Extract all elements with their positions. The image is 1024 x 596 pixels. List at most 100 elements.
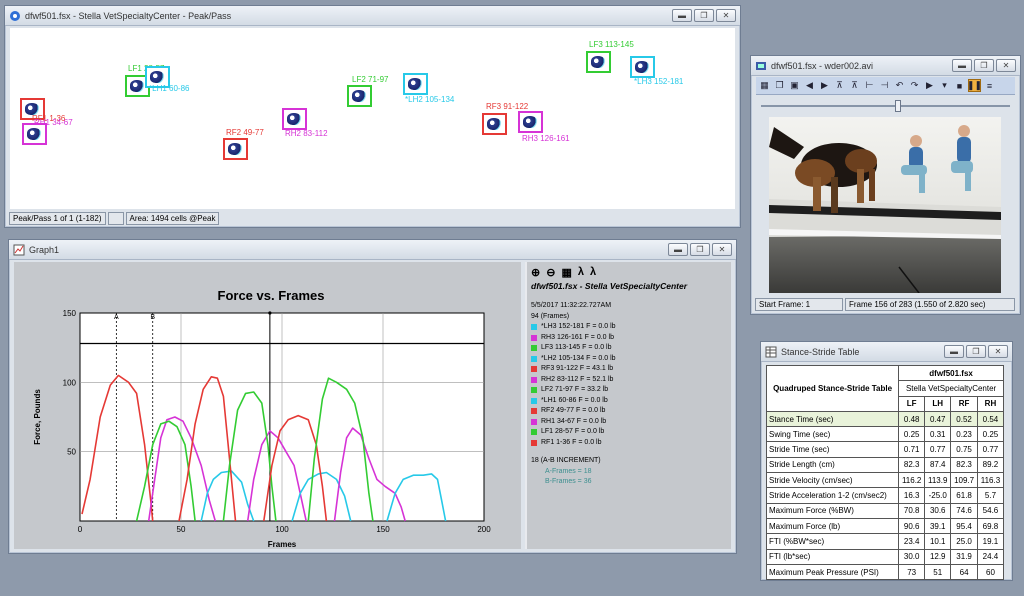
column-header: RH bbox=[976, 395, 1005, 412]
footprint-box[interactable] bbox=[586, 51, 611, 73]
table-cell: 12.9 bbox=[924, 548, 952, 565]
pause-icon[interactable]: ❚❚ bbox=[967, 79, 982, 92]
paste-icon[interactable]: ▣ bbox=[788, 79, 801, 92]
minimize-button[interactable]: ▬ bbox=[668, 243, 688, 256]
row-label: Maximum Force (lb) bbox=[765, 517, 900, 535]
row-label: Stance Time (sec) bbox=[765, 410, 900, 428]
table-cell: 0.52 bbox=[950, 410, 978, 428]
table-cell: 23.4 bbox=[898, 533, 926, 550]
footprint-label: RF2 49-77 bbox=[226, 128, 264, 137]
maximize-button[interactable]: ❐ bbox=[694, 9, 714, 22]
close-button[interactable]: ✕ bbox=[712, 243, 732, 256]
legend-timestamp: 5/5/2017 11:32:22.727AM bbox=[531, 302, 612, 309]
row-label: Swing Time (sec) bbox=[765, 426, 900, 443]
footprint-box[interactable] bbox=[518, 111, 543, 133]
legend-item: *LH2 105-134 F = 0.0 lb bbox=[531, 354, 727, 365]
settings-icon[interactable]: ≡ bbox=[983, 79, 996, 92]
table-row: Stance Time (sec) 0.48 0.47 0.52 0.54 bbox=[765, 410, 1005, 428]
table-cell: 0.25 bbox=[898, 426, 926, 443]
table-cell: 0.71 bbox=[898, 441, 926, 458]
table-cell: 19.1 bbox=[976, 533, 1005, 550]
legend-swatch bbox=[531, 429, 537, 436]
maximize-button[interactable]: ❐ bbox=[966, 345, 986, 358]
legend-item: LF2 71-97 F = 33.2 lb bbox=[531, 385, 727, 396]
mark-a-icon[interactable]: ⊼ bbox=[833, 79, 846, 92]
window-title: dfwf501.fsx - wder002.avi bbox=[771, 60, 874, 71]
footprint-box[interactable] bbox=[347, 85, 372, 107]
dropdown-icon[interactable]: ▾ bbox=[938, 79, 951, 92]
undo-icon[interactable]: ↶ bbox=[893, 79, 906, 92]
force-chart[interactable]: Force vs. Frames 0 50 100 150 200 50 100 150 Fram… bbox=[14, 262, 521, 551]
cursor-a-label: A bbox=[114, 314, 119, 321]
footprint-box[interactable] bbox=[482, 113, 507, 135]
table-titlebar[interactable]: Stance-Stride Table ▬ ❐ ✕ bbox=[761, 342, 1012, 362]
legend-swatch bbox=[531, 324, 537, 331]
row-label: Stride Time (sec) bbox=[765, 441, 900, 458]
video-frame[interactable] bbox=[769, 117, 1001, 293]
graph-titlebar[interactable]: Graph1 ▬ ❐ ✕ bbox=[9, 240, 736, 260]
table-cell: 0.54 bbox=[976, 410, 1005, 428]
table-cell: 87.4 bbox=[924, 456, 952, 474]
save-icon[interactable]: ▦ bbox=[758, 79, 771, 92]
legend-item-label: LF3 113-145 F = 0.0 lb bbox=[541, 344, 612, 351]
close-button[interactable]: ✕ bbox=[988, 345, 1008, 358]
save-icon[interactable]: ▦ bbox=[561, 266, 571, 279]
footprint-box[interactable] bbox=[282, 108, 307, 130]
table-cell: 70.8 bbox=[898, 502, 926, 519]
maximize-button[interactable]: ❐ bbox=[974, 59, 994, 72]
close-button[interactable]: ✕ bbox=[996, 59, 1016, 72]
table-row: FTI (%BW*sec) 23.4 10.1 25.0 19.1 bbox=[765, 533, 1005, 550]
row-label: Maximum Force (%BW) bbox=[765, 502, 900, 519]
maximize-button[interactable]: ❐ bbox=[690, 243, 710, 256]
legend-title: dfwf501.fsx - Stella VetSpecialtyCenter bbox=[531, 281, 688, 291]
minimize-button[interactable]: ▬ bbox=[672, 9, 692, 22]
footprint-box[interactable] bbox=[223, 138, 248, 160]
clip-start-icon[interactable]: ⊢ bbox=[863, 79, 876, 92]
copy-icon[interactable]: ❐ bbox=[773, 79, 786, 92]
table-cell: 0.31 bbox=[924, 426, 952, 443]
table-cell: 31.9 bbox=[950, 548, 978, 565]
clip-end-icon[interactable]: ⊣ bbox=[878, 79, 891, 92]
footprint-label: RF3 91-122 bbox=[486, 102, 529, 111]
frame-slider-thumb[interactable] bbox=[895, 100, 901, 112]
footprint-box[interactable] bbox=[630, 56, 655, 78]
stop-icon[interactable]: ■ bbox=[953, 79, 966, 92]
legend-item: RF1 1-36 F = 0.0 lb bbox=[531, 438, 727, 449]
row-label: Maximum Peak Pressure (PSI) bbox=[765, 563, 900, 581]
axis-b-icon[interactable]: λ bbox=[590, 266, 596, 279]
step-back-icon[interactable]: ◀ bbox=[803, 79, 816, 92]
redo-icon[interactable]: ↷ bbox=[908, 79, 921, 92]
table-row: Stride Time (sec) 0.71 0.77 0.75 0.77 bbox=[765, 441, 1005, 458]
zoom-out-icon[interactable]: ⊖ bbox=[546, 266, 555, 279]
x-tick-label: 150 bbox=[376, 525, 390, 534]
frame-slider[interactable] bbox=[761, 100, 1010, 112]
footprint-box[interactable] bbox=[403, 73, 428, 95]
frame-info-status: Frame 156 of 283 (1.550 of 2.820 sec) bbox=[845, 298, 1015, 311]
peak-pass-titlebar[interactable]: dfwf501.fsx - Stella VetSpecialtyCenter … bbox=[5, 6, 740, 26]
close-button[interactable]: ✕ bbox=[716, 9, 736, 22]
step-forward-icon[interactable]: ▶ bbox=[818, 79, 831, 92]
legend-item-label: *LH3 152-181 F = 0.0 lb bbox=[541, 323, 616, 330]
mark-b-icon[interactable]: ⊼ bbox=[848, 79, 861, 92]
legend-swatch bbox=[531, 397, 537, 404]
chart-title: Force vs. Frames bbox=[218, 288, 325, 303]
x-axis-label: Frames bbox=[268, 540, 297, 549]
table-cell: 10.1 bbox=[924, 533, 952, 550]
peak-pass-canvas[interactable]: RF1 1-36RH1 34-67LF1 28-57*LH1 60-86RF2 … bbox=[10, 28, 735, 209]
table-icon bbox=[765, 346, 777, 358]
legend-swatch bbox=[531, 334, 537, 341]
axis-a-icon[interactable]: λ bbox=[578, 266, 584, 279]
video-titlebar[interactable]: dfwf501.fsx - wder002.avi ▬ ❐ ✕ bbox=[751, 56, 1020, 76]
legend-swatch bbox=[531, 376, 537, 383]
legend-item-label: RF1 1-36 F = 0.0 lb bbox=[541, 438, 602, 446]
minimize-button[interactable]: ▬ bbox=[944, 345, 964, 358]
table-cell: 30.6 bbox=[924, 502, 952, 519]
table-cell: 64 bbox=[950, 563, 978, 581]
zoom-in-icon[interactable]: ⊕ bbox=[531, 266, 540, 279]
table-cell: 25.0 bbox=[950, 533, 978, 550]
play-icon[interactable]: ▶ bbox=[923, 79, 936, 92]
table-cell: 0.77 bbox=[976, 441, 1005, 458]
footprint-label: *LH1 60-86 bbox=[149, 84, 190, 93]
table-cell: 30.0 bbox=[898, 548, 926, 565]
minimize-button[interactable]: ▬ bbox=[952, 59, 972, 72]
